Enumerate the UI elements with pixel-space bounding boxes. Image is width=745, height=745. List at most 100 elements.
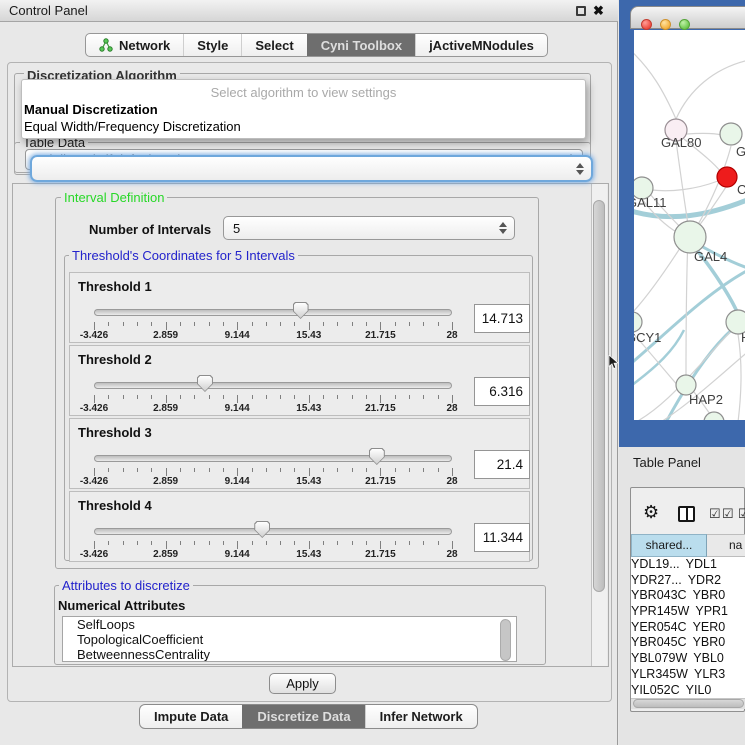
- columns-icon[interactable]: [678, 506, 695, 522]
- table-row[interactable]: YER054CYER0: [631, 620, 745, 636]
- tick-mark: [280, 541, 281, 545]
- tick-mark: [151, 541, 152, 545]
- network-node-node-2[interactable]: [720, 123, 742, 145]
- network-canvas[interactable]: GAL80GACGAL11GAL4GCY1HHAP2: [634, 30, 745, 420]
- tick-mark: [309, 541, 310, 549]
- apply-button[interactable]: Apply: [269, 673, 336, 694]
- network-node-gcy1[interactable]: [634, 312, 642, 332]
- slider-track[interactable]: [94, 455, 452, 462]
- tab-network[interactable]: Network: [86, 34, 183, 56]
- network-edge: [634, 48, 676, 119]
- tick-mark: [438, 322, 439, 326]
- tick-mark: [452, 468, 453, 476]
- tab-label: Network: [119, 38, 170, 53]
- table-row[interactable]: YDL19...YDL1: [631, 557, 745, 573]
- tick-mark: [395, 541, 396, 545]
- tick-mark: [166, 468, 167, 476]
- slider-thumb[interactable]: [293, 302, 309, 319]
- checkbox-icon[interactable]: ☑: [722, 506, 734, 522]
- tick-label: 9.144: [207, 549, 267, 560]
- algorithm-option-manual-discretization[interactable]: Manual Discretization: [24, 102, 158, 117]
- zoom-traffic-light-icon[interactable]: [679, 19, 690, 30]
- attribute-item-selfloops[interactable]: SelfLoops: [63, 617, 516, 632]
- slider-track[interactable]: [94, 528, 452, 535]
- table-row[interactable]: YDR27...YDR2: [631, 573, 745, 589]
- tab-style[interactable]: Style: [183, 34, 241, 56]
- tick-mark: [423, 468, 424, 472]
- algorithm-combobox[interactable]: [30, 155, 593, 182]
- table-rows: YDL19...YDL1YDR27...YDR2YBR043CYBR0YPR14…: [631, 557, 745, 698]
- table-row[interactable]: YBR043CYBR0: [631, 588, 745, 604]
- attributes-list-scrollbar[interactable]: [500, 619, 511, 661]
- tick-mark: [209, 468, 210, 472]
- table-row[interactable]: YIL052CYIL0: [631, 683, 745, 699]
- tab-label: jActiveMNodules: [429, 38, 534, 53]
- panel-scrollbar-thumb[interactable]: [593, 200, 605, 592]
- slider-thumb[interactable]: [254, 521, 270, 538]
- tick-mark: [395, 322, 396, 326]
- table-hscrollbar-thumb[interactable]: [633, 699, 744, 708]
- tab-cyni-toolbox[interactable]: Cyni Toolbox: [307, 34, 415, 56]
- tick-mark: [194, 395, 195, 399]
- tick-mark: [123, 322, 124, 326]
- slider-track[interactable]: [94, 382, 452, 389]
- tab-impute-data[interactable]: Impute Data: [140, 705, 242, 728]
- close-icon[interactable]: ✖: [593, 2, 604, 20]
- slider-track[interactable]: [94, 309, 452, 316]
- checkbox-icon[interactable]: ☑: [709, 506, 721, 522]
- tick-mark: [438, 468, 439, 472]
- threshold-value-field[interactable]: 21.4: [474, 450, 530, 479]
- table-row[interactable]: YBL079WYBL0: [631, 651, 745, 667]
- network-edge: [686, 237, 688, 375]
- tab-infer-network[interactable]: Infer Network: [365, 705, 477, 728]
- algorithm-option-equal-width-frequency[interactable]: Equal Width/Frequency Discretization: [24, 119, 241, 134]
- table-panel-title: Table Panel: [633, 455, 701, 470]
- network-node-node-b[interactable]: [704, 412, 724, 420]
- table-row[interactable]: YBR045CYBR0: [631, 635, 745, 651]
- tick-mark: [151, 322, 152, 326]
- slider-thumb[interactable]: [369, 448, 385, 465]
- minimize-traffic-light-icon[interactable]: [660, 19, 671, 30]
- network-node-node-red[interactable]: [717, 167, 737, 187]
- column-header-shared-name[interactable]: shared...: [631, 534, 707, 557]
- interval-definition-group: Interval Definition Number of Intervals …: [55, 197, 539, 569]
- float-window-icon[interactable]: [576, 6, 586, 16]
- tick-mark: [180, 541, 181, 545]
- tick-mark: [309, 322, 310, 330]
- table-row[interactable]: YPR145WYPR1: [631, 604, 745, 620]
- slider-thumb[interactable]: [197, 375, 213, 392]
- numerical-attributes-list[interactable]: SelfLoopsTopologicalCoefficientBetweenne…: [62, 616, 517, 662]
- column-header-name[interactable]: na: [707, 534, 745, 557]
- node-label-node-2: GA: [736, 144, 745, 159]
- tick-label: 15.43: [279, 403, 339, 414]
- cell-name: YBR0: [687, 588, 745, 604]
- attribute-item-topologicalcoefficient[interactable]: TopologicalCoefficient: [63, 632, 516, 647]
- threshold-row: Threshold 1-3.4262.8599.14415.4321.71528…: [69, 272, 530, 343]
- network-window-titlebar[interactable]: [630, 6, 745, 29]
- threshold-value-field[interactable]: 14.713: [474, 304, 530, 333]
- tab-jactivemnodules[interactable]: jActiveMNodules: [415, 34, 547, 56]
- node-label-gal4: GAL4: [694, 249, 727, 264]
- attribute-item-betweennesscentrality[interactable]: BetweennessCentrality: [63, 647, 516, 662]
- close-traffic-light-icon[interactable]: [641, 19, 652, 30]
- threshold-value-field[interactable]: 6.316: [474, 377, 530, 406]
- tick-mark: [123, 468, 124, 472]
- combo-spinner-icon: [499, 222, 507, 234]
- cell-shared-name: YDL19...: [631, 557, 680, 573]
- tick-mark: [223, 468, 224, 472]
- gear-icon[interactable]: ⚙: [643, 502, 659, 522]
- tick-mark: [237, 322, 238, 330]
- tab-select[interactable]: Select: [241, 34, 306, 56]
- checkbox-icon[interactable]: ☑: [738, 506, 745, 522]
- tick-mark: [94, 468, 95, 476]
- table-row[interactable]: YLR345WYLR3: [631, 667, 745, 683]
- tick-mark: [180, 468, 181, 472]
- number-of-intervals-combobox[interactable]: 5: [223, 216, 515, 240]
- tick-mark: [395, 468, 396, 472]
- tick-mark: [337, 541, 338, 545]
- tab-label: Select: [255, 38, 293, 53]
- tick-mark: [108, 541, 109, 545]
- tab-discretize-data[interactable]: Discretize Data: [242, 705, 364, 728]
- algorithm-prompt-item: Select algorithm to view settings: [22, 85, 585, 100]
- threshold-value-field[interactable]: 11.344: [474, 523, 530, 552]
